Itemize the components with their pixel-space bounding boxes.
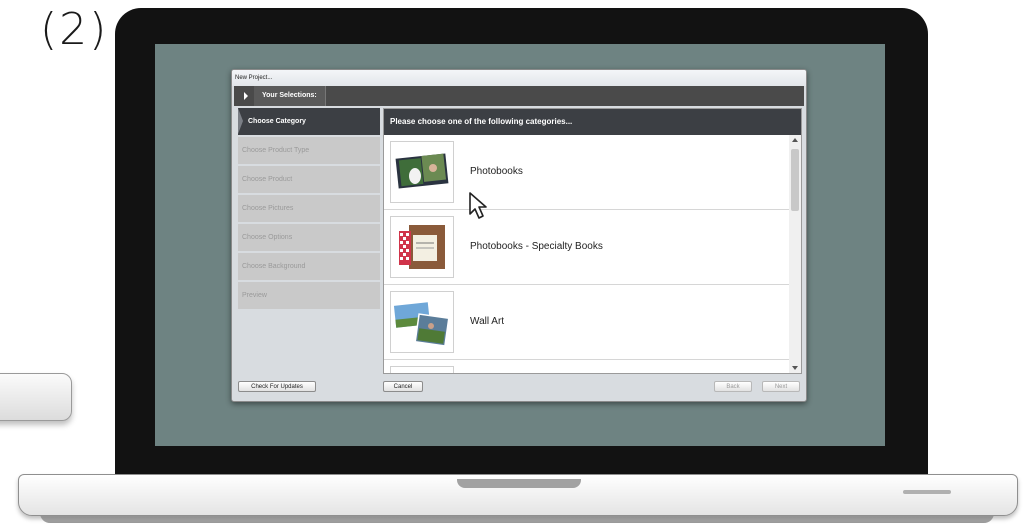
scroll-up-arrow-icon[interactable]	[792, 138, 798, 142]
breadcrumb-label[interactable]: Your Selections:	[254, 86, 326, 106]
back-button[interactable]: Back	[714, 381, 752, 392]
sidebar-item-choose-category[interactable]: Choose Category	[238, 108, 380, 135]
scroll-thumb[interactable]	[791, 149, 799, 211]
category-list: Photobooks Photobooks - Specialty Books …	[384, 135, 789, 373]
next-button[interactable]: Next	[762, 381, 800, 392]
category-label: Wall Art	[470, 316, 505, 327]
external-device	[0, 373, 72, 421]
sidebar-item-choose-product[interactable]: Choose Product	[238, 166, 380, 193]
category-row-wall-art[interactable]: Wall Art	[384, 285, 789, 360]
cancel-button[interactable]: Cancel	[383, 381, 423, 392]
sidebar-item-preview[interactable]: Preview	[238, 282, 380, 309]
wall-art-thumbnail	[390, 291, 454, 353]
specialty-book-thumbnail	[390, 216, 454, 278]
category-label: Photobooks - Specialty Books	[470, 241, 603, 252]
check-for-updates-button[interactable]: Check For Updates	[238, 381, 316, 392]
laptop-hinge-notch	[457, 479, 581, 488]
category-row-photobooks[interactable]: Photobooks	[384, 135, 789, 210]
laptop-slot	[903, 490, 951, 494]
vertical-scrollbar[interactable]	[789, 135, 801, 373]
breadcrumb: Your Selections:	[234, 86, 804, 106]
category-row-specialty-books[interactable]: Photobooks - Specialty Books	[384, 210, 789, 285]
steps-sidebar: Choose Category Choose Product Type Choo…	[238, 108, 380, 382]
sidebar-item-choose-options[interactable]: Choose Options	[238, 224, 380, 251]
sidebar-item-choose-background[interactable]: Choose Background	[238, 253, 380, 280]
sidebar-item-choose-product-type[interactable]: Choose Product Type	[238, 137, 380, 164]
photobook-thumbnail	[390, 141, 454, 203]
window-title: New Project...	[232, 70, 806, 86]
step-number-label: (2)	[40, 4, 109, 55]
panel-title: Please choose one of the following categ…	[384, 109, 801, 135]
play-arrow-icon[interactable]	[244, 92, 248, 100]
mouse-pointer-icon	[469, 192, 487, 219]
category-thumbnail	[390, 366, 454, 373]
sidebar-item-choose-pictures[interactable]: Choose Pictures	[238, 195, 380, 222]
category-panel: Please choose one of the following categ…	[383, 108, 802, 374]
scroll-down-arrow-icon[interactable]	[792, 366, 798, 370]
new-project-window: New Project... Your Selections: Choose C…	[231, 69, 807, 402]
category-row-partial[interactable]	[384, 360, 789, 373]
